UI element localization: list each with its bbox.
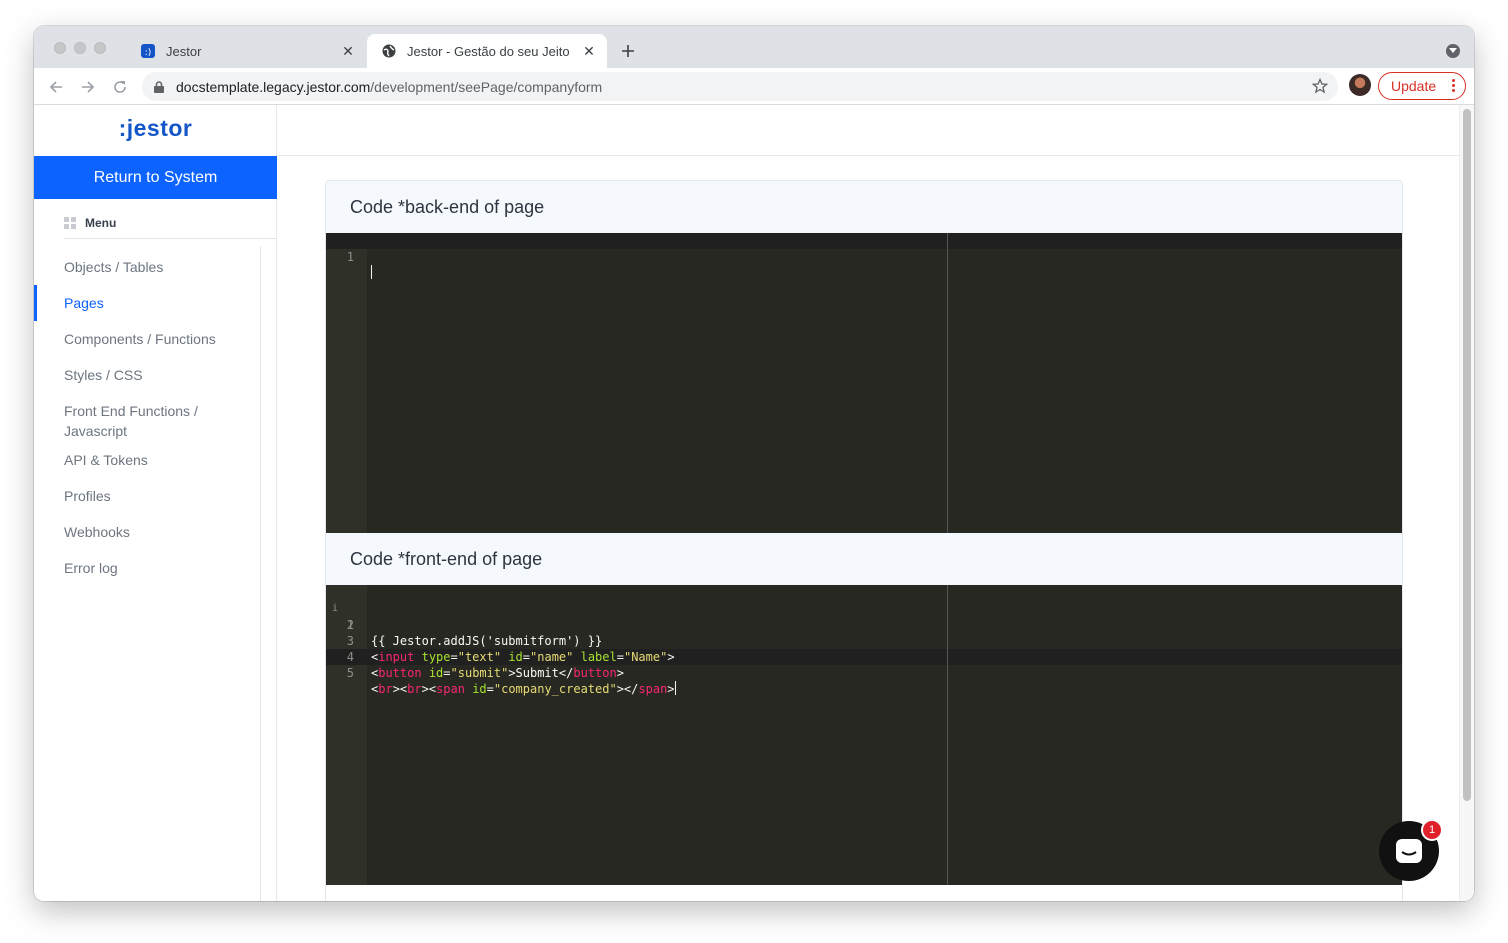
zoom-window-button[interactable] (94, 42, 106, 54)
back-button[interactable] (44, 75, 68, 99)
top-header-bar (277, 105, 1459, 156)
sidebar-item-front-end-functions[interactable]: Front End Functions / Javascript (34, 401, 234, 441)
profile-avatar[interactable] (1349, 74, 1371, 96)
sidebar-item-error-log[interactable]: Error log (34, 558, 118, 578)
url-host: docstemplate.legacy.jestor.com (176, 78, 371, 95)
lock-icon (154, 80, 164, 93)
code-line: 2 (326, 601, 1402, 632)
sidebar-item-styles-css[interactable]: Styles / CSS (34, 365, 143, 385)
text-cursor (674, 681, 676, 695)
more-vert-icon (1452, 79, 1455, 93)
tab-strip: :) Jestor ✕ Jestor - Gestão do seu Jeito… (34, 26, 1474, 68)
sidebar-item-api-tokens[interactable]: API & Tokens (34, 450, 148, 470)
sidebar-item-components-functions[interactable]: Components / Functions (34, 329, 216, 349)
code-line: 5 <br><br><span id="company_created"></s… (326, 649, 1402, 696)
browser-window: :) Jestor ✕ Jestor - Gestão do seu Jeito… (34, 26, 1474, 901)
code-text: <button id="submit">Submit</button> (371, 666, 624, 680)
code-line: i 1 {{ Jestor.addJS('submitform') }} (326, 585, 1402, 648)
url-path: /development/seePage/companyform (370, 78, 603, 95)
code-card: Code *back-end of page 1 Code *front-end… (325, 180, 1403, 901)
tab-search-dropdown-icon[interactable] (1446, 44, 1460, 58)
line-number: 5 (346, 666, 354, 680)
sidebar-item-webhooks[interactable]: Webhooks (34, 522, 130, 542)
text-cursor (371, 265, 372, 279)
sidebar-item-profiles[interactable]: Profiles (34, 486, 111, 506)
jestor-favicon: :) (140, 43, 156, 59)
code-line: 1 (326, 233, 1402, 279)
forward-button[interactable] (76, 75, 100, 99)
globe-icon (381, 43, 397, 59)
sidebar-item-pages[interactable]: Pages (34, 285, 104, 321)
page-scrollbar[interactable] (1459, 105, 1474, 901)
scrollbar-thumb[interactable] (1463, 109, 1471, 801)
menu-header: Menu (64, 207, 277, 239)
close-tab-icon[interactable]: ✕ (338, 41, 358, 61)
code-text (371, 265, 372, 281)
code-line: 4 <button id="submit">Submit</button> (326, 633, 1402, 680)
update-button[interactable]: Update (1378, 72, 1466, 100)
sidebar-scrollbar[interactable] (260, 246, 261, 901)
minimize-window-button[interactable] (74, 42, 86, 54)
tab-title: Jestor (166, 43, 202, 59)
return-to-system-button[interactable]: Return to System (34, 156, 277, 199)
browser-toolbar: docstemplate.legacy.jestor.com/developme… (34, 68, 1474, 105)
jestor-logo[interactable]: :jestor (34, 115, 277, 142)
notification-badge: 1 (1421, 819, 1443, 841)
backend-code-editor[interactable]: 1 (326, 233, 1402, 533)
close-window-button[interactable] (54, 42, 66, 54)
update-label: Update (1391, 78, 1437, 94)
reload-button[interactable] (108, 75, 132, 99)
close-tab-icon[interactable]: ✕ (579, 41, 599, 61)
menu-title: Menu (85, 215, 117, 230)
tab-jestor[interactable]: :) Jestor ✕ (126, 34, 366, 68)
backend-code-title: Code *back-end of page (326, 181, 1402, 233)
new-tab-button[interactable] (616, 39, 640, 63)
frontend-code-editor[interactable]: i 1 {{ Jestor.addJS('submitform') }} 2 3… (326, 585, 1402, 885)
chat-icon (1396, 839, 1422, 863)
bookmark-star-icon[interactable] (1311, 77, 1329, 97)
sidebar: :jestor Return to System Menu Objects / … (34, 105, 277, 901)
code-text: <br><br><span id="company_created"></spa… (371, 681, 676, 696)
page-content: :jestor Return to System Menu Objects / … (34, 105, 1474, 901)
print-margin (947, 233, 948, 533)
address-bar[interactable]: docstemplate.legacy.jestor.com/developme… (142, 72, 1338, 101)
grid-icon (64, 216, 76, 229)
sidebar-item-objects-tables[interactable]: Objects / Tables (34, 257, 163, 277)
tab-jestor-gestao[interactable]: Jestor - Gestão do seu Jeito ✕ (367, 34, 607, 68)
frontend-code-title: Code *front-end of page (326, 533, 1402, 585)
chat-launcher-button[interactable]: 1 (1379, 819, 1443, 881)
tab-title: Jestor - Gestão do seu Jeito (407, 43, 570, 59)
line-number: 1 (346, 250, 354, 264)
code-line: 3 <input type="text" id="name" label="Na… (326, 617, 1402, 664)
svg-text::): :) (145, 48, 152, 58)
